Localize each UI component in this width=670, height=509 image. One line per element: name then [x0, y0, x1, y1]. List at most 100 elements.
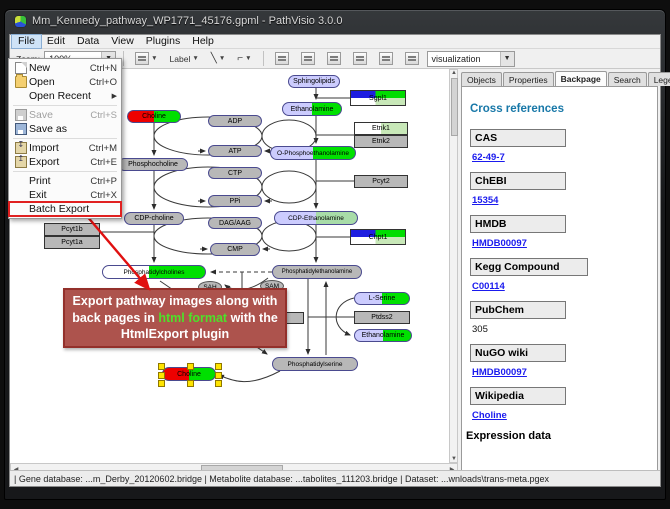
- datanode-tool-button[interactable]: ▼: [131, 50, 161, 67]
- menu-help[interactable]: Help: [186, 35, 220, 48]
- common-height-icon: [353, 52, 367, 65]
- crossref-link[interactable]: 62-49-7: [472, 152, 649, 163]
- menu-item-label: Print: [29, 175, 90, 187]
- node-adp[interactable]: ADP: [208, 115, 262, 127]
- file-menu-item-open-recent[interactable]: Open Recent▶: [9, 89, 121, 103]
- node-ptdss2[interactable]: Ptdss2: [354, 311, 410, 324]
- node-ethanolamine[interactable]: Ethanolamine: [354, 329, 412, 342]
- node-ctp[interactable]: CTP: [208, 167, 262, 179]
- file-menu-item-batch-export[interactable]: Batch Export: [9, 202, 121, 216]
- menu-file[interactable]: File: [12, 35, 41, 48]
- open-folder-icon: [13, 76, 29, 88]
- crossref-source-label: Kegg Compound: [470, 258, 588, 276]
- file-menu-item-new[interactable]: NewCtrl+N: [9, 61, 121, 75]
- node-phosphatidylcholines[interactable]: Phosphatidylcholines: [102, 265, 206, 279]
- selection-handle[interactable]: [158, 380, 165, 387]
- node-atp[interactable]: ATP: [208, 145, 262, 157]
- file-menu-item-save-as[interactable]: Save as: [9, 122, 121, 136]
- node-pcyt1b[interactable]: Pcyt1b: [44, 223, 100, 236]
- connector-tool-button[interactable]: ⌐▼: [233, 50, 255, 67]
- node-phosphatidylethanolamine[interactable]: Phosphatidylethanolamine: [272, 265, 362, 279]
- node-dag-aag[interactable]: DAG/AAG: [208, 217, 262, 229]
- crossref-section: HMDBHMDB00097: [470, 215, 649, 249]
- tab-search[interactable]: Search: [608, 72, 647, 86]
- crossref-value: 305: [472, 324, 649, 335]
- crossref-section: PubChem305: [470, 301, 649, 335]
- line-tool-button[interactable]: ╲▼: [207, 50, 229, 67]
- node-label: Etnk1: [372, 125, 390, 132]
- selection-handle[interactable]: [215, 372, 222, 379]
- node-label: ATP: [228, 148, 241, 155]
- tab-legend[interactable]: Legend: [648, 72, 670, 86]
- title-bar[interactable]: Mm_Kennedy_pathway_WP1771_45176.gpml - P…: [5, 10, 665, 32]
- visualization-select[interactable]: visualization ▼: [427, 51, 515, 67]
- vertical-scroll-thumb[interactable]: [451, 78, 458, 136]
- node-cdp-choline[interactable]: CDP-choline: [124, 212, 184, 225]
- status-bar: | Gene database: ...m_Derby_20120602.bri…: [10, 470, 660, 486]
- node-label: Phosphatidylserine: [288, 361, 343, 368]
- node-etnk1[interactable]: Etnk1: [354, 122, 408, 135]
- backpage-panel: Cross references CAS62-49-7ChEBI15354HMD…: [461, 86, 658, 473]
- status-text: | Gene database: ...m_Derby_20120602.bri…: [14, 474, 549, 484]
- node-unlabeled[interactable]: [284, 312, 304, 324]
- selection-handle[interactable]: [215, 380, 222, 387]
- node-choline[interactable]: Choline: [127, 110, 181, 123]
- node-sgpl1[interactable]: Sgpl1: [350, 90, 406, 106]
- selection-handle[interactable]: [187, 380, 194, 387]
- file-menu-item-import[interactable]: ImportCtrl+M: [9, 141, 121, 155]
- save-floppy-icon: [13, 109, 29, 121]
- common-height-button[interactable]: [349, 50, 371, 67]
- node-o-phosphoethanolamine[interactable]: O-Phosphoethanolamine: [270, 146, 356, 160]
- file-menu-item-exit[interactable]: ExitCtrl+X: [9, 188, 121, 202]
- menu-item-label: Exit: [29, 189, 90, 201]
- tab-properties[interactable]: Properties: [503, 72, 554, 86]
- node-chpt1[interactable]: Chpt1: [350, 229, 406, 245]
- crossref-link[interactable]: HMDB00097: [472, 238, 649, 249]
- side-panel: ObjectsPropertiesBackpageSearchLegend Cr…: [459, 69, 660, 475]
- selection-handle[interactable]: [158, 363, 165, 370]
- node-phosphocholine[interactable]: Phosphocholine: [118, 158, 188, 171]
- node-cdp-ethanolamine[interactable]: CDP-Ethanolamine: [274, 211, 358, 225]
- menu-bar: FileEditDataViewPluginsHelp: [10, 35, 660, 49]
- align-center-button[interactable]: [271, 50, 293, 67]
- node-pcyt2[interactable]: Pcyt2: [354, 175, 408, 188]
- node-sphingolipids[interactable]: Sphingolipids: [288, 75, 340, 88]
- menu-plugins[interactable]: Plugins: [140, 35, 186, 48]
- desktop-background: Mm_Kennedy_pathway_WP1771_45176.gpml - P…: [0, 0, 670, 509]
- file-menu-item-print[interactable]: PrintCtrl+P: [9, 174, 121, 188]
- menu-edit[interactable]: Edit: [41, 35, 71, 48]
- tab-objects[interactable]: Objects: [461, 72, 502, 86]
- tab-backpage[interactable]: Backpage: [555, 71, 607, 86]
- selection-handle[interactable]: [158, 372, 165, 379]
- label-tool-button[interactable]: Label▼: [166, 50, 203, 67]
- align-middle-button[interactable]: [297, 50, 319, 67]
- menu-data[interactable]: Data: [71, 35, 105, 48]
- node-phosphatidylserine[interactable]: Phosphatidylserine: [272, 357, 358, 371]
- node-label: Choline: [177, 371, 201, 378]
- file-menu-item-open[interactable]: OpenCtrl+O: [9, 75, 121, 89]
- file-menu-item-export[interactable]: ExportCtrl+E: [9, 155, 121, 169]
- node-ethanolamine[interactable]: Ethanolamine: [282, 102, 342, 116]
- menu-view[interactable]: View: [105, 35, 140, 48]
- crossref-link[interactable]: 15354: [472, 195, 649, 206]
- node-ppi[interactable]: PPi: [208, 195, 262, 207]
- menu-separator: [13, 138, 117, 139]
- selection-handle[interactable]: [187, 363, 194, 370]
- selection-handle[interactable]: [215, 363, 222, 370]
- node-cmp[interactable]: CMP: [210, 243, 260, 256]
- stack-button[interactable]: [375, 50, 397, 67]
- node-etnk2[interactable]: Etnk2: [354, 135, 408, 148]
- crossref-link[interactable]: C00114: [472, 281, 649, 292]
- common-width-button[interactable]: [323, 50, 345, 67]
- crossref-section: Kegg Compound C00114: [470, 258, 649, 292]
- node-label: Pcyt1a: [61, 239, 82, 246]
- crossref-heading: Cross references: [470, 103, 649, 115]
- expression-data-heading: Expression data: [466, 430, 649, 442]
- node-l-serine[interactable]: L-Serine: [354, 292, 410, 305]
- crossref-link[interactable]: Choline: [472, 410, 649, 421]
- file-menu-item-save[interactable]: SaveCtrl+S: [9, 108, 121, 122]
- visualization-options-button[interactable]: [401, 50, 423, 67]
- canvas-vertical-scrollbar[interactable]: ▲ ▼: [449, 69, 458, 463]
- crossref-link[interactable]: HMDB00097: [472, 367, 649, 378]
- node-pcyt1a[interactable]: Pcyt1a: [44, 236, 100, 249]
